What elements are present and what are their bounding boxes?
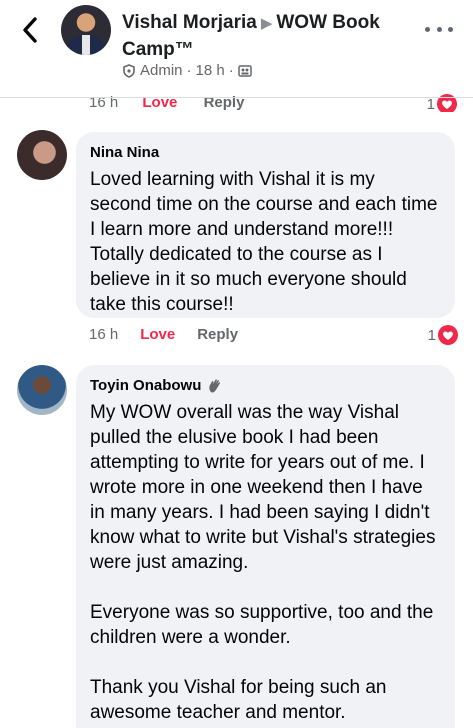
meta-separator: · (186, 62, 192, 79)
avatar[interactable] (17, 130, 67, 180)
meta-separator: · (228, 62, 234, 79)
header-divider (0, 97, 473, 98)
triangle-right-icon: ▶ (260, 15, 273, 32)
comment-paragraph: Loved learning with Vishal it is my seco… (90, 169, 438, 315)
reaction-count[interactable]: 1 (428, 325, 458, 345)
previous-comment-actions: 16 h Love Reply 1 (0, 90, 473, 112)
avatar[interactable] (17, 365, 67, 415)
chevron-left-icon (23, 17, 37, 43)
comment-author[interactable]: Toyin Onabowu (90, 375, 201, 397)
admin-label: Admin (140, 62, 183, 79)
shield-icon (123, 63, 135, 78)
comment-time: 16 h (89, 326, 119, 343)
more-icon (425, 26, 430, 32)
comment-author[interactable]: Nina Nina (90, 142, 441, 164)
more-options-button[interactable] (425, 22, 453, 36)
wave-hand-icon (209, 379, 221, 393)
post-author-name[interactable]: Vishal Morjaria (122, 12, 257, 33)
comment-paragraph: My WOW overall was the way Vishal pulled… (90, 402, 436, 573)
reaction-count-value: 1 (427, 326, 436, 344)
comment-actions: 16 h Love Reply (89, 326, 238, 343)
comment-text: My WOW overall was the way Vishal pulled… (90, 400, 441, 725)
heart-reaction-icon (438, 325, 458, 345)
post-author-avatar[interactable] (61, 5, 111, 55)
comment-author-row: Toyin Onabowu (90, 375, 441, 397)
group-icon (237, 64, 252, 77)
post-time: 18 h (195, 62, 225, 79)
reply-button[interactable]: Reply (197, 326, 238, 343)
comment-paragraph: Thank you Vishal for being such an aweso… (90, 677, 387, 723)
back-button[interactable] (18, 14, 42, 46)
comment-text: Loved learning with Vishal it is my seco… (90, 167, 441, 317)
post-meta: Admin · 18 h · (122, 62, 252, 79)
comment-bubble: Nina Nina Loved learning with Vishal it … (76, 132, 455, 318)
comment-paragraph: Everyone was so supportive, too and the … (90, 602, 434, 648)
comment-bubble: Toyin Onabowu My WOW overall was the way… (76, 365, 455, 728)
love-button[interactable]: Love (140, 326, 175, 343)
post-title[interactable]: Vishal Morjaria ▶ WOW Book Camp™ (122, 10, 422, 63)
post-header: Vishal Morjaria ▶ WOW Book Camp™ Admin · 1… (0, 0, 473, 98)
